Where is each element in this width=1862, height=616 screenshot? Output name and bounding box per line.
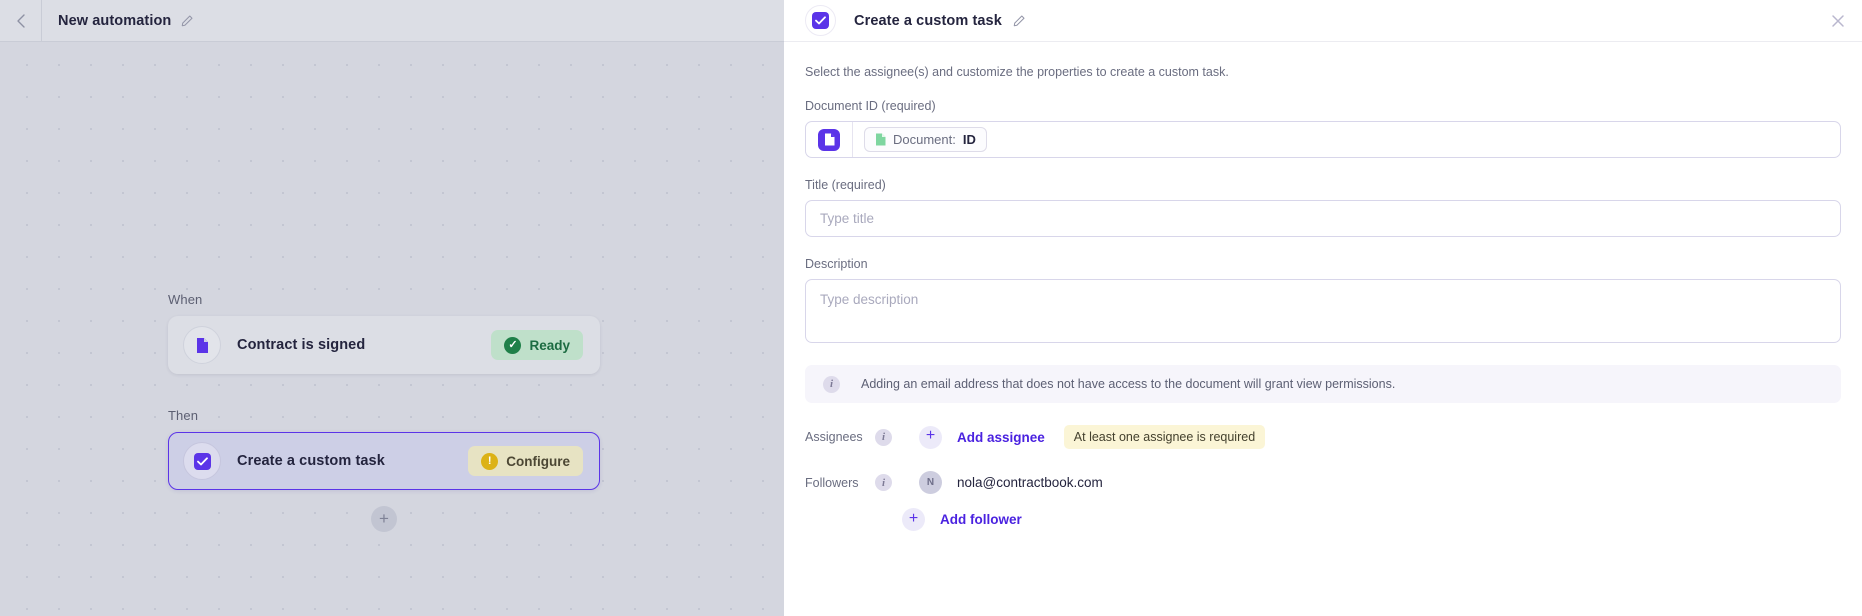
automation-editor: New automation When Contract is signed ✓… (0, 0, 1862, 616)
description-input-placeholder: Type description (820, 292, 919, 307)
when-label: When (168, 292, 203, 307)
assignees-warning-badge: At least one assignee is required (1063, 425, 1266, 449)
pencil-icon[interactable] (180, 14, 194, 28)
permissions-info-banner: i Adding an email address that does not … (805, 365, 1841, 403)
close-icon[interactable] (1831, 14, 1845, 28)
flow-connector (383, 374, 385, 388)
document-id-token-key: Document: (893, 132, 956, 147)
plus-icon: + (908, 509, 919, 527)
checkbox-icon (193, 452, 211, 470)
document-icon (876, 133, 886, 146)
document-id-token-value: ID (962, 132, 976, 147)
followers-label: Followers (805, 475, 859, 490)
panel-header: Create a custom task (784, 0, 1862, 42)
permissions-info-text: Adding an email address that does not ha… (861, 377, 1396, 391)
check-circle-icon: ✓ (504, 336, 522, 354)
action-node-label: Create a custom task (237, 453, 385, 469)
trigger-node[interactable]: Contract is signed ✓ Ready (168, 316, 600, 374)
assignees-row: Assignees i + Add assignee At least one … (805, 425, 1841, 449)
pencil-icon[interactable] (1012, 14, 1026, 28)
trigger-status-badge: ✓ Ready (491, 330, 583, 360)
avatar: N (919, 471, 942, 494)
flow-canvas[interactable]: When Contract is signed ✓ Ready Then Cre… (0, 42, 784, 616)
add-assignee-button[interactable]: + (919, 425, 942, 449)
checkbox-icon (812, 12, 829, 29)
title-input-placeholder: Type title (820, 211, 875, 226)
title-field-label: Title (required) (805, 178, 886, 192)
flow-container: When Contract is signed ✓ Ready Then Cre… (168, 292, 600, 532)
document-icon (818, 128, 840, 151)
add-follower-button[interactable]: + (902, 508, 925, 531)
document-id-token[interactable]: Document: ID (864, 127, 987, 152)
action-node[interactable]: Create a custom task ! Configure (168, 432, 600, 490)
trigger-node-label: Contract is signed (237, 337, 366, 353)
info-icon: i (823, 375, 840, 393)
plus-icon: + (925, 427, 936, 444)
page-title: New automation (58, 12, 172, 29)
add-follower-label[interactable]: Add follower (940, 512, 1022, 527)
add-assignee-label[interactable]: Add assignee (957, 430, 1045, 445)
action-node-avatar (183, 442, 221, 480)
canvas-pane: New automation When Contract is signed ✓… (0, 0, 784, 616)
alert-circle-icon: ! (481, 452, 499, 470)
action-status-label: Configure (506, 453, 570, 469)
info-icon[interactable]: i (875, 474, 892, 491)
title-field: Title (required) Type title (805, 178, 1841, 237)
description-field: Description Type description (805, 257, 1841, 343)
back-button[interactable] (0, 0, 42, 42)
action-status-badge: ! Configure (468, 446, 583, 476)
title-input[interactable]: Type title (805, 200, 1841, 237)
details-panel: Create a custom task Select the assignee… (784, 0, 1862, 616)
description-field-label: Description (805, 257, 868, 271)
add-step-button[interactable]: + (371, 506, 397, 532)
chevron-left-icon (16, 13, 25, 28)
panel-avatar (805, 5, 836, 36)
document-icon (196, 337, 208, 353)
document-id-prefix (806, 122, 853, 157)
document-id-input[interactable]: Document: ID (805, 121, 1841, 158)
plus-icon: + (379, 508, 389, 528)
follower-email: nola@contractbook.com (957, 475, 1103, 490)
trigger-status-label: Ready (529, 337, 570, 353)
trigger-node-avatar (183, 326, 221, 364)
followers-row: Followers i N nola@contractbook.com (805, 471, 1841, 494)
panel-title: Create a custom task (854, 12, 1002, 29)
then-label: Then (168, 408, 199, 423)
add-follower-row: + Add follower (805, 508, 1841, 531)
panel-body: Select the assignee(s) and customize the… (784, 42, 1862, 531)
top-bar: New automation (0, 0, 784, 42)
description-input[interactable]: Type description (805, 279, 1841, 343)
assignees-label: Assignees (805, 430, 863, 444)
document-id-field: Document ID (required) Document: ID (805, 99, 1841, 158)
automation-title-group: New automation (42, 13, 194, 29)
info-icon[interactable]: i (875, 428, 892, 446)
document-id-label: Document ID (required) (805, 99, 936, 113)
panel-intro-text: Select the assignee(s) and customize the… (805, 65, 1229, 79)
